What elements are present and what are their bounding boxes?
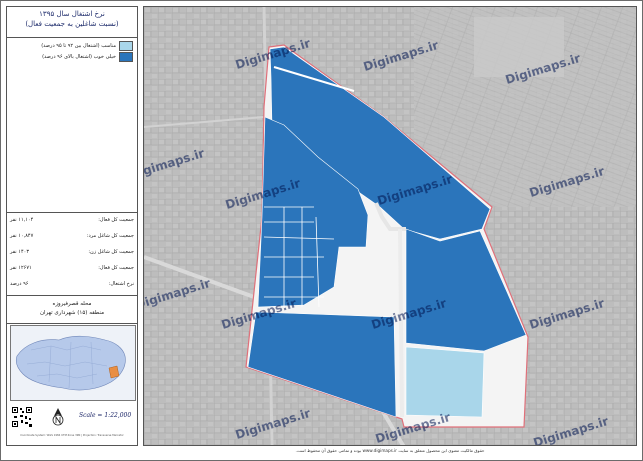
stat-label: نرخ اشتغال: — [108, 281, 134, 287]
legend-label-very-good: خیلی خوب (اشتغال بالای ۹۶ درصد) — [42, 53, 116, 60]
stat-label: جمعیت کل فعال: — [98, 265, 134, 271]
map-title: نرخ اشتغال سال ۱۳۹۵ — [39, 10, 105, 18]
stats-table: جمعیت کل فعال: ۱۱,۱۰۴ نفر جمعیت کل شاغل … — [7, 212, 137, 296]
legend-label-good: مناسب (اشتغال بین ۹۲ تا ۹۵ درصد) — [41, 42, 116, 49]
stat-value: ۱۲۶۷۱ نفر — [10, 265, 32, 271]
legend-swatch-good — [119, 40, 133, 51]
neighborhood-name: محله قصرفیروزه — [52, 301, 92, 307]
coordinate-footnote: Coordinate System: WGS 1984 UTM Zone 39N… — [20, 434, 124, 437]
copyright-notice: حقوق مالکیت معنوی این محصول متعلق به سای… — [295, 448, 485, 453]
legend-item-good: مناسب (اشتغال بین ۹۲ تا ۹۵ درصد) — [41, 40, 133, 51]
stat-row: جمعیت کل شاغل مرد: ۱۰,۸۴۷ نفر — [10, 233, 134, 242]
legend-item-very-good: خیلی خوب (اشتغال بالای ۹۶ درصد) — [42, 51, 133, 62]
stat-row: جمعیت کل فعال: ۱۱,۱۰۴ نفر — [10, 217, 134, 226]
locator-map-svg — [15, 335, 126, 391]
map-footer: Scale = 1:22,000 Coordinate System: WGS … — [7, 402, 137, 446]
map-sidebar: نرخ اشتغال سال ۱۳۹۵ (نسبت شاغلین به جمعی… — [6, 6, 138, 446]
north-arrow-icon — [52, 408, 64, 426]
stat-label: جمعیت کل شاغل مرد: — [86, 233, 134, 239]
stat-value: ۹۶ درصد — [10, 281, 29, 287]
district-name: منطقه (۱۵) شهرداری تهران — [39, 310, 105, 316]
stat-row: نرخ اشتغال: ۹۶ درصد — [10, 281, 134, 290]
stat-row: جمعیت کل شاغل زن: ۱۴۰۳ نفر — [10, 249, 134, 258]
stat-value: ۱۱,۱۰۴ نفر — [10, 217, 34, 223]
area-info: محله قصرفیروزه منطقه (۱۵) شهرداری تهران — [7, 297, 137, 324]
qr-code-icon — [11, 406, 33, 428]
main-map[interactable]: Digimaps.ir Digimaps.ir Digimaps.ir Digi… — [143, 6, 637, 446]
stat-row: جمعیت کل فعال: ۱۲۶۷۱ نفر — [10, 265, 134, 274]
map-subtitle: (نسبت شاغلین به جمعیت فعال) — [25, 20, 119, 28]
stat-value: ۱۰,۸۴۷ نفر — [10, 233, 34, 239]
stat-value: ۱۴۰۳ نفر — [10, 249, 30, 255]
legend: مناسب (اشتغال بین ۹۲ تا ۹۵ درصد) خیلی خو… — [7, 38, 137, 66]
zone-southeast-good[interactable] — [405, 346, 485, 418]
map-title-box: نرخ اشتغال سال ۱۳۹۵ (نسبت شاغلین به جمعی… — [7, 7, 137, 38]
locator-inset-map — [10, 325, 136, 401]
stat-label: جمعیت کل فعال: — [98, 217, 134, 223]
legend-swatch-very-good — [119, 51, 133, 62]
stat-label: جمعیت کل شاغل زن: — [88, 249, 134, 255]
map-canvas — [144, 7, 636, 445]
scale-text: Scale = 1:22,000 — [79, 412, 132, 419]
